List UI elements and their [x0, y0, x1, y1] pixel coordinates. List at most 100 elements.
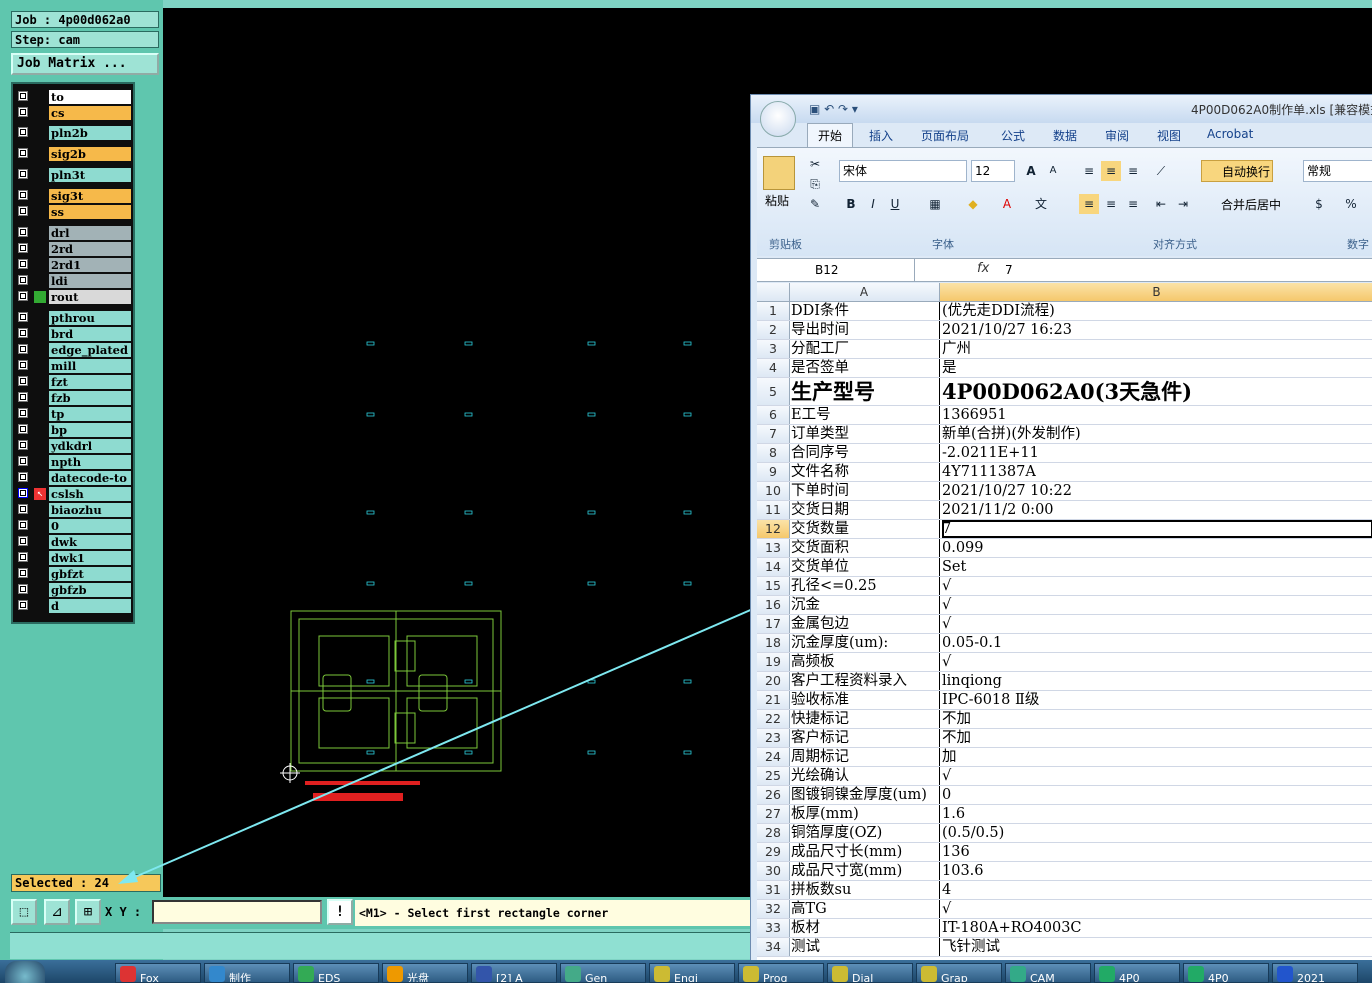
layer-checkbox[interactable]: [18, 456, 28, 466]
row-number[interactable]: 3: [757, 340, 790, 358]
row-number[interactable]: 21: [757, 691, 790, 709]
increase-indent-icon[interactable]: ⇥: [1173, 194, 1193, 214]
layer-checkbox[interactable]: [18, 440, 28, 450]
layer-row[interactable]: mill: [15, 359, 133, 373]
layer-row[interactable]: drl: [15, 226, 133, 240]
row-number[interactable]: 26: [757, 786, 790, 804]
cell-b[interactable]: √: [942, 767, 1372, 785]
row-number[interactable]: 20: [757, 672, 790, 690]
layer-name[interactable]: bp: [49, 423, 131, 437]
row-number[interactable]: 22: [757, 710, 790, 728]
tab-6[interactable]: 视图: [1157, 127, 1181, 144]
cell-b[interactable]: 4P00D062A0(3天急件): [942, 378, 1372, 405]
row-number[interactable]: 34: [757, 938, 790, 956]
cell-b[interactable]: 飞针测试: [942, 938, 1372, 956]
layer-name[interactable]: dwk1: [49, 551, 131, 565]
cell-a[interactable]: 板材: [791, 919, 940, 937]
cell-a[interactable]: 板厚(mm): [791, 805, 940, 823]
layer-checkbox[interactable]: [18, 600, 28, 610]
paste-icon[interactable]: [763, 156, 795, 190]
layer-row[interactable]: gbfzt: [15, 567, 133, 581]
layer-row[interactable]: tp: [15, 407, 133, 421]
cell-a[interactable]: 订单类型: [791, 425, 940, 443]
layer-row[interactable]: edge_plated: [15, 343, 133, 357]
layer-checkbox[interactable]: [18, 206, 28, 216]
layer-row[interactable]: ldi: [15, 274, 133, 288]
cell-a[interactable]: 成品尺寸长(mm): [791, 843, 940, 861]
layer-row[interactable]: sig3t: [15, 189, 133, 203]
cell-a[interactable]: 金属包边: [791, 615, 940, 633]
row-number[interactable]: 27: [757, 805, 790, 823]
cell-a[interactable]: 测试: [791, 938, 940, 956]
layer-checkbox[interactable]: [18, 584, 28, 594]
taskbar-item[interactable]: 2021: [1272, 963, 1358, 983]
layer-name[interactable]: 0: [49, 519, 131, 533]
layer-row[interactable]: sig2b: [15, 147, 133, 161]
cell-b[interactable]: 103.6: [942, 862, 1372, 880]
border-icon[interactable]: ▦: [925, 194, 945, 214]
layer-checkbox[interactable]: [18, 243, 28, 253]
cell-b[interactable]: Set: [942, 558, 1372, 576]
layer-name[interactable]: edge_plated: [49, 343, 131, 357]
merge-center-button[interactable]: 合并后居中: [1201, 194, 1291, 216]
tab-0[interactable]: 开始: [807, 123, 853, 148]
cell-a[interactable]: 交货日期: [791, 501, 940, 519]
layer-row[interactable]: 2rd: [15, 242, 133, 256]
row-number[interactable]: 33: [757, 919, 790, 937]
cell-a[interactable]: 交货面积: [791, 539, 940, 557]
taskbar-item[interactable]: 制作: [204, 963, 290, 983]
cell-b[interactable]: 4: [942, 881, 1372, 899]
shrink-font-icon[interactable]: A: [1043, 161, 1063, 181]
taskbar-item[interactable]: 光盘: [382, 963, 468, 983]
quick-access-save-icon[interactable]: ▣ ↶ ↷ ▾: [809, 102, 858, 116]
layer-name[interactable]: brd: [49, 327, 131, 341]
cell-b[interactable]: 0: [942, 786, 1372, 804]
cell-a[interactable]: 拼板数su: [791, 881, 940, 899]
layer-row[interactable]: 0: [15, 519, 133, 533]
row-number[interactable]: 28: [757, 824, 790, 842]
taskbar-item[interactable]: Gen: [560, 963, 646, 983]
cell-a[interactable]: 成品尺寸宽(mm): [791, 862, 940, 880]
row-number[interactable]: 16: [757, 596, 790, 614]
align-top-icon[interactable]: ≡: [1079, 161, 1099, 181]
grid-tool-icon[interactable]: ⊞: [75, 899, 101, 925]
cell-a[interactable]: 导出时间: [791, 321, 940, 339]
cell-a[interactable]: 高TG: [791, 900, 940, 918]
layer-checkbox[interactable]: [18, 504, 28, 514]
layer-row[interactable]: biaozhu: [15, 503, 133, 517]
row-number[interactable]: 8: [757, 444, 790, 462]
cell-a[interactable]: 验收标准: [791, 691, 940, 709]
layer-checkbox[interactable]: [18, 536, 28, 546]
xy-input[interactable]: [152, 900, 322, 924]
row-number[interactable]: 30: [757, 862, 790, 880]
underline-icon[interactable]: U: [885, 194, 905, 214]
layer-checkbox[interactable]: [18, 259, 28, 269]
font-color-icon[interactable]: A: [997, 194, 1017, 214]
select-all-corner[interactable]: [757, 283, 790, 301]
exclaim-button[interactable]: !: [327, 899, 353, 925]
cell-b[interactable]: 不加: [942, 729, 1372, 747]
cell-a[interactable]: DDI条件: [791, 302, 940, 320]
row-number[interactable]: 11: [757, 501, 790, 519]
layer-name[interactable]: pthrou: [49, 311, 131, 325]
cell-a[interactable]: 文件名称: [791, 463, 940, 481]
cell-a[interactable]: 生产型号: [791, 378, 940, 405]
layer-row[interactable]: cs: [15, 106, 133, 120]
row-number[interactable]: 15: [757, 577, 790, 595]
font-size-select[interactable]: 12: [971, 160, 1015, 182]
layer-name[interactable]: to: [49, 90, 131, 104]
layer-name[interactable]: tp: [49, 407, 131, 421]
layer-row[interactable]: rout: [15, 290, 133, 304]
cell-a[interactable]: 快捷标记: [791, 710, 940, 728]
layer-row[interactable]: to: [15, 90, 133, 104]
cell-b[interactable]: 1.6: [942, 805, 1372, 823]
row-number[interactable]: 13: [757, 539, 790, 557]
layer-name[interactable]: cs: [49, 106, 131, 120]
cell-b[interactable]: 广州: [942, 340, 1372, 358]
layer-checkbox[interactable]: [18, 360, 28, 370]
cell-a[interactable]: 光绘确认: [791, 767, 940, 785]
row-number[interactable]: 6: [757, 406, 790, 424]
tab-1[interactable]: 插入: [869, 127, 893, 144]
copy-icon[interactable]: ⎘: [805, 174, 825, 194]
taskbar-item[interactable]: Prog: [738, 963, 824, 983]
